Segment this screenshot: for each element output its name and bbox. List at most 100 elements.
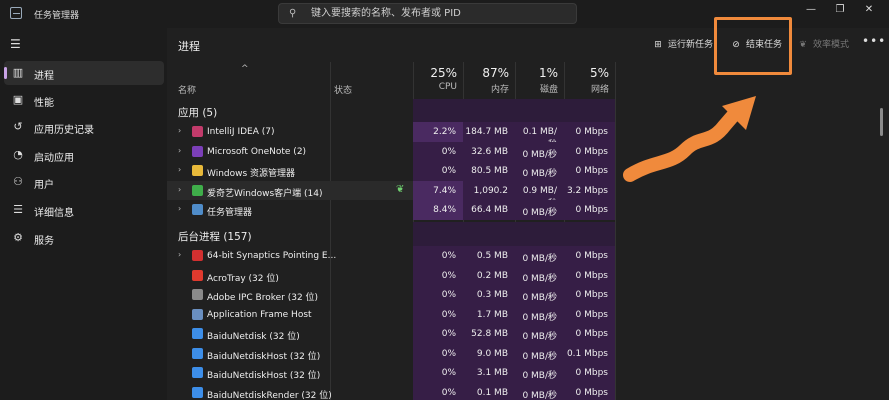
table-row[interactable]: Adobe IPC Broker (32 位) 0% 0.3 MB 0 MB/秒 0 M… xyxy=(167,285,615,305)
baidu-icon xyxy=(192,328,203,339)
expand-chevron-icon[interactable]: › xyxy=(178,146,181,155)
table-row[interactable]: BaiduNetdisk (32 位) 0% 52.8 MB 0 MB/秒 0 Mbps xyxy=(167,324,615,344)
disk-value: 0.9 MB/秒 xyxy=(515,180,564,209)
column-memory[interactable]: 87% 内存 xyxy=(463,62,515,96)
column-disk[interactable]: 1% 磁盘 xyxy=(515,62,564,96)
more-options-icon[interactable]: ••• xyxy=(862,34,886,48)
baidu-icon xyxy=(192,386,203,398)
table-row[interactable]: › 任务管理器 8.4% 66.4 MB 0 MB/秒 0 Mbps xyxy=(167,200,615,220)
sidebar-item-services[interactable]: ⚙ 服务 xyxy=(4,226,164,250)
group-band xyxy=(413,222,615,246)
disk-value: 0 MB/秒 xyxy=(515,200,564,220)
disk-value: 0 MB/秒 xyxy=(515,343,564,363)
process-name: IntelliJ IDEA (7) xyxy=(207,127,275,137)
disk-value: 0 MB/秒 xyxy=(515,285,564,305)
column-status[interactable]: 状态 xyxy=(334,83,352,96)
table-row[interactable]: › IntelliJ IDEA (7) 2.2%184.7 MB0.1 MB/秒0 … xyxy=(167,122,615,150)
sidebar-item-details[interactable]: ☰ 详细信息 xyxy=(4,198,164,222)
memory-value: 0.5 MB xyxy=(463,246,515,266)
network-value: 0 Mbps xyxy=(564,200,615,220)
maximize-icon[interactable]: ❐ xyxy=(829,4,851,20)
process-name: BaiduNetdisk (32 位) xyxy=(207,332,300,342)
sidebar-item-performance[interactable]: ▣ 性能 xyxy=(4,88,164,112)
table-row[interactable]: BaiduNetdiskRender (32 位) 0% 0.1 MB 0 MB/秒 0… xyxy=(167,382,615,400)
table-row[interactable]: › 爱奇艺Windows客户端 (14) ❦ 7.4%1,090.2 ...0.9 M… xyxy=(167,180,615,209)
expand-chevron-icon[interactable]: › xyxy=(178,250,181,259)
disk-value: 0 MB/秒 xyxy=(515,246,564,266)
table-row[interactable]: AcroTray (32 位) 0% 0.2 MB 0 MB/秒 0 Mbps xyxy=(167,265,615,285)
disk-value: 0 MB/秒 xyxy=(515,363,564,383)
search-input[interactable] xyxy=(311,6,561,21)
hamburger-menu-icon[interactable]: ☰ xyxy=(10,37,21,51)
sidebar-item-label: 启动应用 xyxy=(34,153,74,164)
table-row[interactable]: › Windows 资源管理器 0% 80.5 MB 0 MB/秒 0 Mbps xyxy=(167,161,615,181)
cpu-value: 0% xyxy=(413,343,463,363)
memory-value: 3.1 MB xyxy=(463,363,515,383)
efficiency-leaf-icon: ❦ xyxy=(799,40,807,50)
disk-total: 1% xyxy=(538,66,558,80)
main-panel: 进程 ⊞ 运行新任务 ⊘ 结束任务 ❦ 效率模式 ••• ^ 名称 状态 25% CP… xyxy=(167,17,889,400)
group-apps[interactable]: 应用 (5) xyxy=(178,105,217,120)
expand-chevron-icon[interactable]: › xyxy=(178,185,181,194)
scrollbar[interactable] xyxy=(880,108,883,136)
cpu-value: 0% xyxy=(413,265,463,285)
adobe-icon xyxy=(192,289,203,300)
memory-value: 32.6 MB xyxy=(463,141,515,161)
sidebar-item-label: 性能 xyxy=(34,98,54,109)
network-value: 0 Mbps xyxy=(564,285,615,305)
synaptics-icon xyxy=(192,250,203,261)
group-band xyxy=(413,99,615,123)
sidebar-item-history[interactable]: ↺ 应用历史记录 xyxy=(4,115,164,139)
annotation-arrow xyxy=(623,96,756,182)
network-total: 5% xyxy=(589,66,609,80)
process-name: 爱奇艺Windows客户端 (14) xyxy=(207,188,323,199)
cpu-value: 0% xyxy=(413,304,463,324)
history-icon: ↺ xyxy=(13,120,23,133)
group-background[interactable]: 后台进程 (157) xyxy=(178,229,252,244)
explorer-icon xyxy=(192,165,203,176)
sidebar-item-startup[interactable]: ◔ 启动应用 xyxy=(4,143,164,167)
cpu-value: 7.4% xyxy=(413,180,463,200)
column-name[interactable]: 名称 xyxy=(178,83,196,96)
processes-icon: ▥ xyxy=(12,66,24,79)
services-icon: ⚙ xyxy=(13,231,23,244)
disk-value: 0 MB/秒 xyxy=(515,304,564,324)
column-cpu[interactable]: 25% CPU xyxy=(413,62,463,96)
network-value: 0 Mbps xyxy=(564,122,615,142)
column-network[interactable]: 5% 网络 xyxy=(564,62,615,96)
memory-value: 1.7 MB xyxy=(463,304,515,324)
search-box[interactable]: ⚲ xyxy=(278,3,577,24)
expand-chevron-icon[interactable]: › xyxy=(178,126,181,135)
disk-value: 0 MB/秒 xyxy=(515,382,564,400)
efficiency-mode-button[interactable]: ❦ 效率模式 xyxy=(796,37,849,53)
sidebar-item-users[interactable]: ⚇ 用户 xyxy=(4,170,164,194)
iqiyi-icon xyxy=(192,184,203,196)
table-row[interactable]: › 64-bit Synaptics Pointing E... 0% 0.5 MB 0… xyxy=(167,246,615,266)
cpu-value: 0% xyxy=(413,363,463,383)
process-name: Windows 资源管理器 xyxy=(207,169,296,179)
cpu-value: 0% xyxy=(413,141,463,161)
run-new-task-button[interactable]: ⊞ 运行新任务 xyxy=(651,37,713,53)
sort-arrow-icon[interactable]: ^ xyxy=(241,64,249,74)
cpu-value: 0% xyxy=(413,285,463,305)
expand-chevron-icon[interactable]: › xyxy=(178,204,181,213)
efficiency-mode-label: 效率模式 xyxy=(813,40,850,50)
frame-host-icon xyxy=(192,308,203,320)
memory-value: 0.3 MB xyxy=(463,285,515,305)
sidebar-item-label: 进程 xyxy=(34,71,54,82)
baidu-icon xyxy=(192,367,203,378)
sidebar-item-processes[interactable]: ▥ 进程 xyxy=(4,61,164,85)
network-value: 0 Mbps xyxy=(564,161,615,181)
table-row[interactable]: BaiduNetdiskHost (32 位) 0% 9.0 MB 0 MB/秒 0.1… xyxy=(167,343,615,363)
sidebar-item-label: 服务 xyxy=(34,236,54,247)
table-row[interactable]: › Microsoft OneNote (2) 0% 32.6 MB 0 MB/秒 0 M… xyxy=(167,141,615,161)
table-row[interactable]: Application Frame Host 0% 1.7 MB 0 MB/秒 0 Mb… xyxy=(167,304,615,324)
expand-chevron-icon[interactable]: › xyxy=(178,165,181,174)
table-row[interactable]: BaiduNetdiskHost (32 位) 0% 3.1 MB 0 MB/秒 0 M… xyxy=(167,363,615,383)
users-icon: ⚇ xyxy=(13,175,23,188)
minimize-icon[interactable]: — xyxy=(800,4,822,20)
process-name: 任务管理器 xyxy=(207,208,253,218)
sidebar-item-label: 详细信息 xyxy=(34,208,74,219)
close-icon[interactable]: ✕ xyxy=(858,4,880,20)
process-name: BaiduNetdiskRender (32 位) xyxy=(207,390,332,400)
